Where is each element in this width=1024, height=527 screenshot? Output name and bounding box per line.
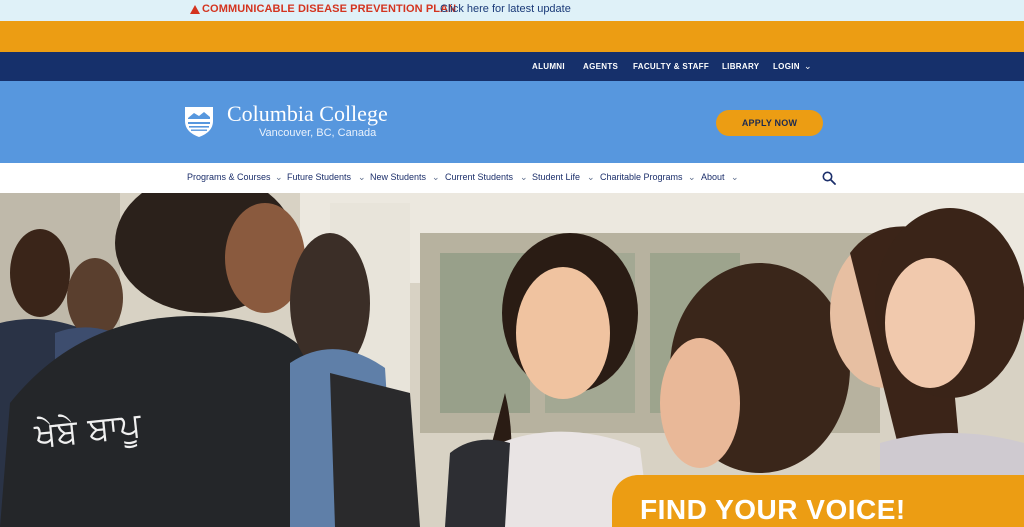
utility-nav: ALUMNI AGENTS FACULTY & STAFF LIBRARY LO… (0, 52, 1024, 81)
alert-link[interactable]: Click here for latest update (440, 3, 571, 15)
utility-nav-agents[interactable]: AGENTS (583, 62, 618, 71)
nav-charitable-programs[interactable]: Charitable Programs (600, 172, 683, 182)
utility-nav-login[interactable]: LOGIN (773, 62, 800, 71)
apply-now-button[interactable]: APPLY NOW (716, 110, 823, 136)
college-name[interactable]: Columbia College (227, 101, 388, 127)
nav-about[interactable]: About (701, 172, 725, 182)
chevron-down-icon[interactable]: ⌄ (432, 172, 440, 183)
tagline-text: FIND YOUR VOICE! (640, 494, 906, 525)
main-nav: Programs & Courses ⌄ Future Students ⌄ N… (0, 163, 1024, 193)
utility-nav-alumni[interactable]: ALUMNI (532, 62, 565, 71)
chevron-down-icon[interactable]: ⌄ (731, 172, 739, 183)
college-crest-icon[interactable] (183, 104, 215, 138)
chevron-down-icon[interactable]: ⌄ (520, 172, 528, 183)
brand-bar (0, 81, 1024, 163)
warning-icon (190, 5, 200, 14)
nav-new-students[interactable]: New Students (370, 172, 426, 182)
chevron-down-icon[interactable]: ⌄ (587, 172, 595, 183)
nav-programs-courses[interactable]: Programs & Courses (187, 172, 271, 182)
alert-bar: COMMUNICABLE DISEASE PREVENTION PLAN Cli… (0, 0, 1024, 21)
chevron-down-icon[interactable]: ⌄ (275, 172, 283, 183)
tagline-banner: FIND YOUR VOICE! (612, 475, 1024, 527)
alert-title[interactable]: COMMUNICABLE DISEASE PREVENTION PLAN (202, 3, 456, 15)
utility-nav-faculty-staff[interactable]: FACULTY & STAFF (633, 62, 709, 71)
nav-current-students[interactable]: Current Students (445, 172, 513, 182)
college-location: Vancouver, BC, Canada (259, 127, 377, 139)
orange-band (0, 21, 1024, 52)
search-icon[interactable] (822, 171, 836, 185)
utility-nav-library[interactable]: LIBRARY (722, 62, 759, 71)
nav-student-life[interactable]: Student Life (532, 172, 580, 182)
chevron-down-icon[interactable]: ⌄ (804, 61, 812, 72)
nav-future-students[interactable]: Future Students (287, 172, 351, 182)
chevron-down-icon[interactable]: ⌄ (358, 172, 366, 183)
chevron-down-icon[interactable]: ⌄ (688, 172, 696, 183)
